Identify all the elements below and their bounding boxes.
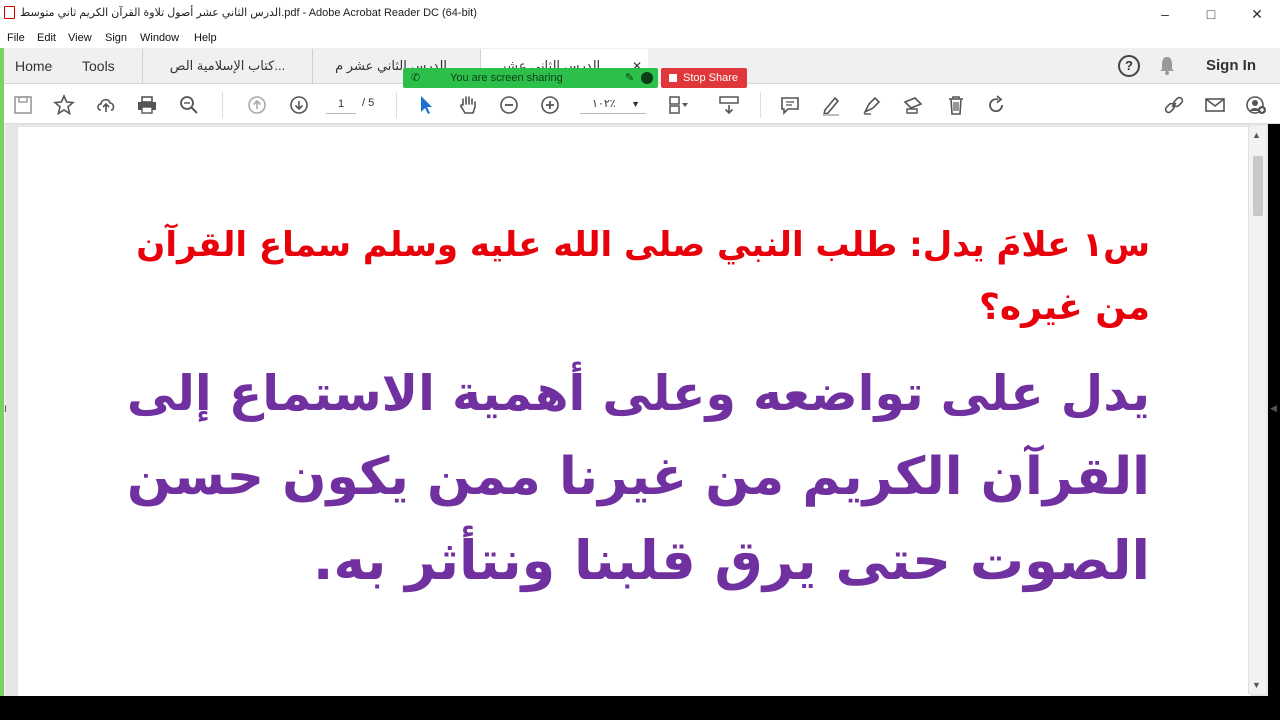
stamp-icon[interactable] — [901, 93, 925, 117]
tab-document-1[interactable]: كتاب الإسلامية الص... — [142, 49, 312, 84]
close-window-button[interactable]: ✕ — [1234, 0, 1280, 28]
page-display-icon[interactable] — [666, 93, 690, 117]
shield-icon — [641, 72, 653, 84]
tab-document-1-label: كتاب الإسلامية الص... — [169, 58, 286, 73]
microphone-icon[interactable]: ✎ — [625, 68, 634, 88]
screen-share-border — [0, 48, 4, 696]
rotate-icon[interactable] — [984, 93, 1008, 117]
tab-tools[interactable]: Tools — [82, 58, 115, 74]
answer-line-1: يدل على تواضعه وعلى أهمية الاستماع إلى — [126, 365, 1150, 422]
menu-bar: File Edit View Sign Window Help — [0, 28, 1280, 48]
stop-share-label: Stop Share — [683, 72, 739, 84]
hand-tool-icon[interactable] — [456, 93, 480, 117]
screen-sharing-bar: ✆ You are screen sharing ✎ — [403, 68, 658, 88]
zoom-level-value: ١٠٢٪ — [592, 98, 616, 110]
title-bar: الدرس الثاني عشر أصول تلاوة القرآن الكري… — [0, 0, 1280, 28]
screen-sharing-status: You are screen sharing — [450, 72, 563, 84]
menu-sign[interactable]: Sign — [105, 32, 127, 44]
stop-square-icon — [669, 74, 677, 82]
bookmark-star-icon[interactable] — [52, 93, 76, 117]
phone-icon: ✆ — [411, 72, 421, 84]
scroll-mode-icon[interactable] — [717, 93, 741, 117]
question-line-1: س١ علامَ يدل: طلب النبي صلى الله عليه وس… — [136, 225, 1150, 265]
save-icon[interactable] — [11, 93, 35, 117]
page-number-input[interactable]: 1 — [326, 94, 356, 114]
zoom-in-icon[interactable] — [538, 93, 562, 117]
chevron-down-icon: ▼ — [631, 99, 640, 109]
main-toolbar: 1 / 5 ١٠٢٪ ▼ — [0, 84, 1280, 124]
next-page-icon[interactable] — [287, 93, 311, 117]
bottom-black-bar — [0, 696, 1280, 720]
menu-window[interactable]: Window — [140, 32, 179, 44]
question-line-2: من غيره؟ — [978, 287, 1150, 328]
sign-in-button[interactable]: Sign In — [1206, 57, 1256, 74]
toolbar-separator — [760, 92, 761, 118]
toolbar-separator — [222, 92, 223, 118]
previous-page-icon[interactable] — [245, 93, 269, 117]
right-panel-toggle-icon[interactable]: ◀ — [1270, 403, 1277, 414]
acrobat-window: الدرس الثاني عشر أصول تلاوة القرآن الكري… — [0, 0, 1280, 720]
pdf-app-icon — [4, 6, 15, 19]
print-icon[interactable] — [135, 93, 159, 117]
page-total: / 5 — [362, 97, 375, 109]
email-icon[interactable] — [1203, 93, 1227, 117]
upload-cloud-icon[interactable] — [94, 93, 118, 117]
share-link-icon[interactable] — [1162, 93, 1186, 117]
pdf-page: س١ علامَ يدل: طلب النبي صلى الله عليه وس… — [18, 127, 1250, 697]
answer-line-3: الصوت حتى يرق قلبنا ونتأثر به. — [312, 529, 1150, 592]
minimize-button[interactable]: – — [1142, 0, 1188, 28]
help-icon[interactable]: ? — [1118, 55, 1140, 77]
find-zoom-icon[interactable] — [177, 93, 201, 117]
window-title: الدرس الثاني عشر أصول تلاوة القرآن الكري… — [20, 7, 477, 19]
notification-bell-icon[interactable] — [1158, 56, 1176, 80]
menu-view[interactable]: View — [68, 32, 92, 44]
scrollbar-thumb[interactable] — [1253, 156, 1263, 216]
maximize-button[interactable]: □ — [1188, 0, 1234, 28]
stop-share-button[interactable]: Stop Share — [661, 68, 747, 88]
highlight-pen-icon[interactable] — [819, 93, 843, 117]
tab-home[interactable]: Home — [15, 58, 52, 74]
document-viewport[interactable]: س١ علامَ يدل: طلب النبي صلى الله عليه وس… — [6, 124, 1268, 697]
zoom-level-select[interactable]: ١٠٢٪ ▼ — [580, 94, 646, 114]
zoom-out-icon[interactable] — [497, 93, 521, 117]
sign-pen-icon[interactable] — [860, 93, 884, 117]
answer-line-2: القرآن الكريم من غيرنا ممن يكون حسن — [126, 447, 1150, 507]
add-user-icon[interactable] — [1244, 93, 1268, 117]
scroll-up-icon[interactable]: ▲ — [1252, 130, 1261, 140]
scroll-down-icon[interactable]: ▼ — [1252, 680, 1261, 690]
menu-edit[interactable]: Edit — [37, 32, 56, 44]
comment-icon[interactable] — [778, 93, 802, 117]
menu-file[interactable]: File — [7, 32, 25, 44]
menu-help[interactable]: Help — [194, 32, 217, 44]
vertical-scrollbar[interactable]: ▲ ▼ — [1248, 126, 1266, 694]
delete-trash-icon[interactable] — [944, 93, 968, 117]
toolbar-separator — [396, 92, 397, 118]
select-cursor-icon[interactable] — [414, 93, 438, 117]
